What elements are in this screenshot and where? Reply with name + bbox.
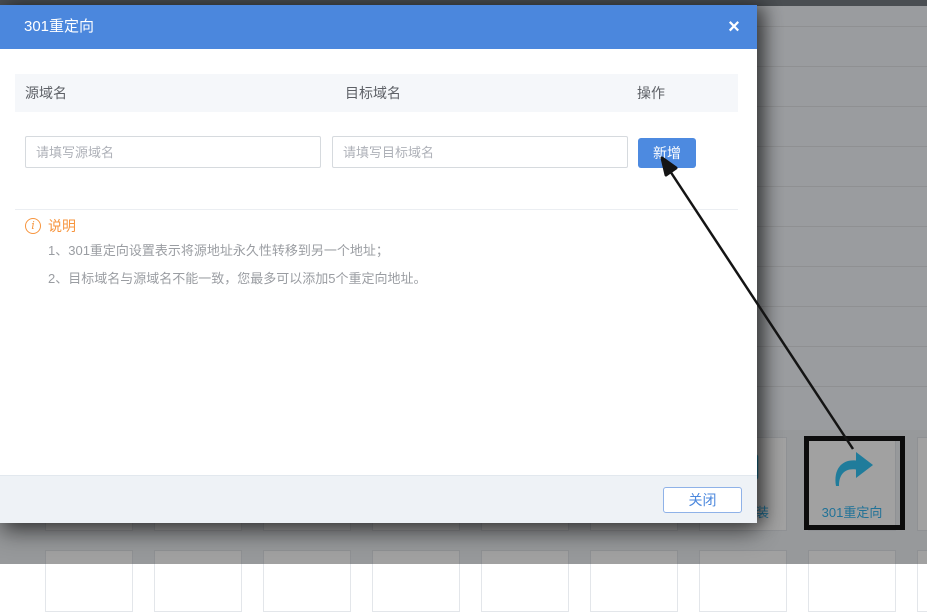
close-icon[interactable]: × [723,16,745,38]
note-title: 说明 [48,217,76,235]
column-header-action: 操作 [637,74,665,112]
dialog-header: 301重定向 × [0,5,757,49]
dialog-title: 301重定向 [24,5,94,49]
info-icon: i [25,218,41,234]
note-line-1: 1、301重定向设置表示将源地址永久性转移到另一个地址； [48,243,389,259]
source-domain-input[interactable] [25,136,321,168]
redirect-table-header: 源域名 目标域名 操作 [15,74,738,112]
target-domain-input[interactable] [332,136,628,168]
add-button[interactable]: 新增 [638,138,696,168]
close-button[interactable]: 关闭 [663,487,742,513]
note-line-2: 2、目标域名与源域名不能一致，您最多可以添加5个重定向地址。 [48,271,426,287]
dialog-footer: 关闭 [0,475,757,523]
screen: { "window": { "title": "301重定向", "close_… [0,0,927,564]
annotation-highlight-box [804,436,905,530]
column-header-target-domain: 目标域名 [345,74,401,112]
column-header-source-domain: 源域名 [25,74,67,112]
redirect-301-dialog: 301重定向 × 源域名 目标域名 操作 新增 i 说明 1、301重定向设置表… [0,5,757,523]
section-divider [15,209,738,210]
